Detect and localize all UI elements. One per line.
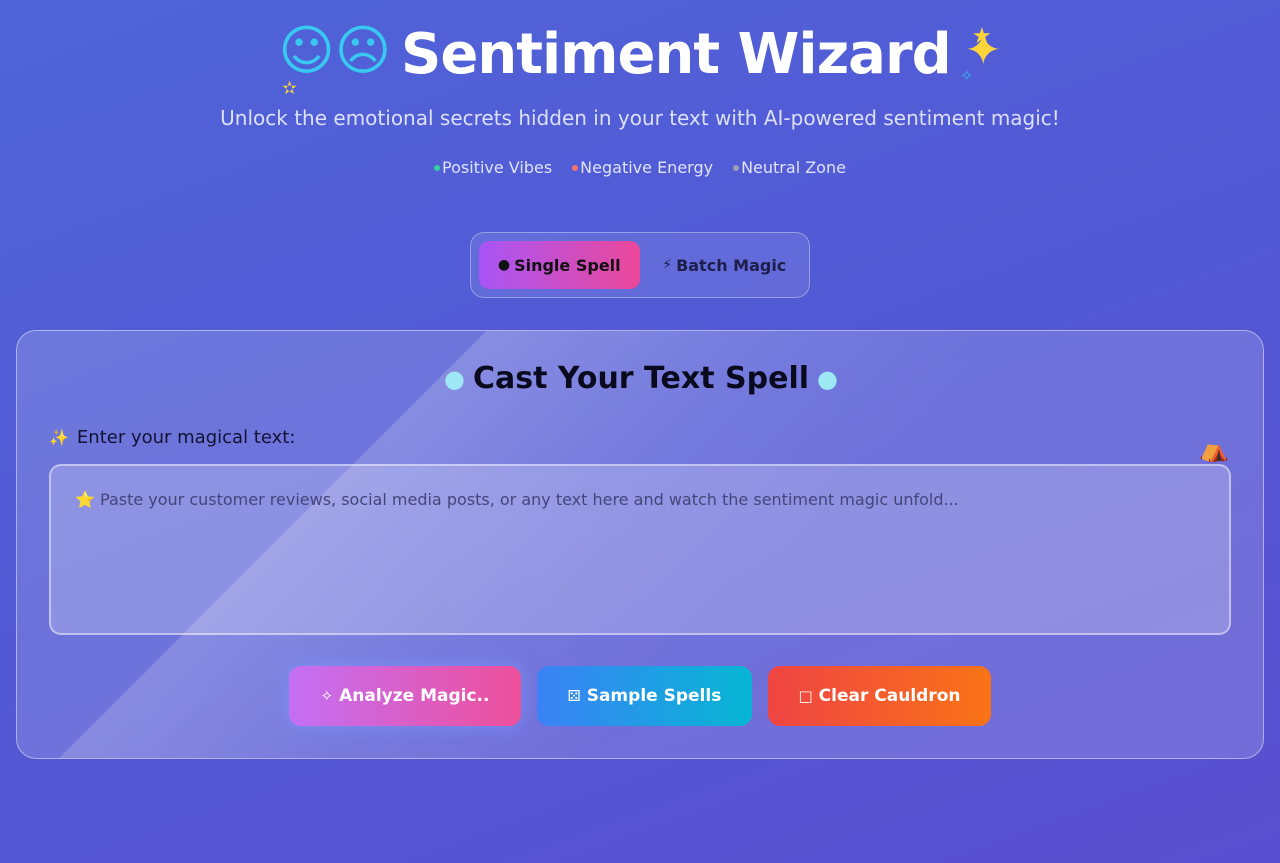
- crystal-ball-icon: ●: [444, 364, 465, 393]
- negative-dot-icon: [572, 164, 579, 171]
- card-title: ● Cast Your Text Spell ●: [17, 361, 1263, 396]
- magic-wand-icon: ✧: [320, 687, 334, 705]
- legend-label: Neutral Zone: [741, 158, 846, 177]
- legend-item-negative: Negative Energy: [572, 158, 713, 177]
- small-sparkle-icon: ✧: [960, 66, 974, 85]
- clear-cauldron-button[interactable]: □ Clear Cauldron: [768, 666, 991, 726]
- legend-item-positive: Positive Vibes: [434, 158, 552, 177]
- theater-masks-icon: ☺☹: [278, 19, 392, 82]
- legend-label: Positive Vibes: [442, 158, 553, 177]
- page-title: Sentiment Wizard: [401, 22, 952, 87]
- spell-card: ● Cast Your Text Spell ● ✨ Enter your ma…: [16, 330, 1264, 759]
- legend-label: Negative Energy: [580, 158, 714, 177]
- sample-spells-button[interactable]: ⚄ Sample Spells: [537, 666, 752, 726]
- crystal-ball-icon: ●: [497, 257, 511, 273]
- dizzy-star-icon: ✫: [282, 78, 298, 99]
- sentiment-legend: Positive Vibes Negative Energy Neutral Z…: [0, 158, 1280, 177]
- lightning-icon: ⚡: [662, 257, 673, 273]
- tab-single-spell[interactable]: ● Single Spell: [479, 241, 640, 289]
- circus-tent-icon: ⛺: [1199, 435, 1229, 463]
- app-header: ☺☹ Sentiment Wizard ✦: [0, 19, 1280, 87]
- clear-label: Clear Cauldron: [818, 686, 961, 706]
- text-input[interactable]: [49, 464, 1231, 635]
- page-subtitle: Unlock the emotional secrets hidden in y…: [220, 106, 1060, 130]
- field-label-text: Enter your magical text:: [76, 427, 296, 448]
- neutral-dot-icon: [733, 164, 740, 171]
- tab-batch-magic[interactable]: ⚡ Batch Magic: [640, 241, 809, 289]
- cauldron-icon: □: [798, 687, 813, 705]
- star-icon: ★: [972, 24, 992, 49]
- crystal-ball-icon: ●: [817, 364, 838, 393]
- sparkles-icon: ✨: [49, 428, 69, 447]
- dice-icon: ⚄: [567, 687, 581, 705]
- tab-label: Batch Magic: [676, 255, 787, 275]
- analyze-label: Analyze Magic..: [339, 686, 490, 706]
- analyze-button[interactable]: ✧ Analyze Magic..: [289, 666, 521, 726]
- legend-item-neutral: Neutral Zone: [733, 158, 846, 177]
- mode-toggle: ● Single Spell ⚡ Batch Magic: [470, 232, 810, 298]
- tab-label: Single Spell: [514, 255, 621, 275]
- positive-dot-icon: [434, 164, 441, 171]
- text-field-label: ✨ Enter your magical text:: [49, 427, 295, 448]
- card-title-text: Cast Your Text Spell: [472, 361, 810, 396]
- sample-label: Sample Spells: [586, 686, 722, 706]
